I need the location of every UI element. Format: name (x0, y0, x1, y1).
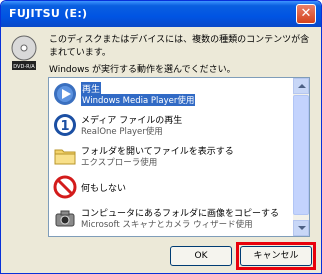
autoplay-dialog: FUJITSU (E:) ✕ DVD-R/A このディスクまたはデバイスには、複… (0, 0, 322, 274)
action-item-copy-pictures[interactable]: コンピュータにあるフォルダに画像をコピーする Microsoft スキャナとカメ… (51, 203, 295, 233)
dialog-message: このディスクまたはデバイスには、複数の種類のコンテンツが含まれています。 (49, 35, 310, 58)
window-title: FUJITSU (E:) (9, 7, 88, 20)
action-item-play[interactable]: 再生 Windows Media Player使用 (51, 79, 295, 109)
action-list[interactable]: 再生 Windows Media Player使用 1 メディア ファイルの再生… (48, 77, 310, 237)
action-subtitle: Windows Media Player使用 (81, 94, 196, 106)
vertical-scrollbar[interactable] (293, 78, 309, 236)
arrow-down-icon (298, 226, 306, 230)
scroll-down-button[interactable] (293, 220, 309, 236)
media-player-icon (54, 83, 76, 105)
close-button[interactable]: ✕ (296, 4, 316, 24)
action-item-play-media[interactable]: 1 メディア ファイルの再生 RealOne Player使用 (51, 110, 295, 140)
cancel-highlight-box (236, 242, 316, 270)
scroll-up-button[interactable] (293, 78, 309, 94)
dialog-prompt: Windows が実行する動作を選んでください。 (49, 65, 236, 75)
no-action-icon (53, 175, 77, 199)
dvd-drive-icon: DVD-R/A (11, 35, 37, 70)
title-bar[interactable]: FUJITSU (E:) ✕ (1, 1, 321, 27)
close-icon: ✕ (300, 6, 312, 21)
action-item-open-folder[interactable]: フォルダを開いてファイルを表示する エクスプローラ使用 (51, 141, 295, 171)
action-item-do-nothing[interactable]: 何もしない (51, 172, 295, 202)
action-title: 何もしない (81, 184, 127, 194)
drive-icon-label: DVD-R/A (13, 64, 35, 70)
action-subtitle: RealOne Player使用 (81, 127, 163, 137)
folder-icon (54, 149, 76, 165)
camera-icon (55, 210, 75, 227)
svg-text:1: 1 (60, 119, 69, 134)
ok-button[interactable]: OK (170, 246, 232, 266)
action-subtitle: Microsoft スキャナとカメラ ウィザード使用 (81, 220, 253, 230)
arrow-up-icon (298, 84, 306, 88)
scrollbar-thumb[interactable] (293, 95, 309, 215)
realone-icon: 1 (54, 114, 76, 136)
action-subtitle: エクスプローラ使用 (81, 158, 158, 168)
